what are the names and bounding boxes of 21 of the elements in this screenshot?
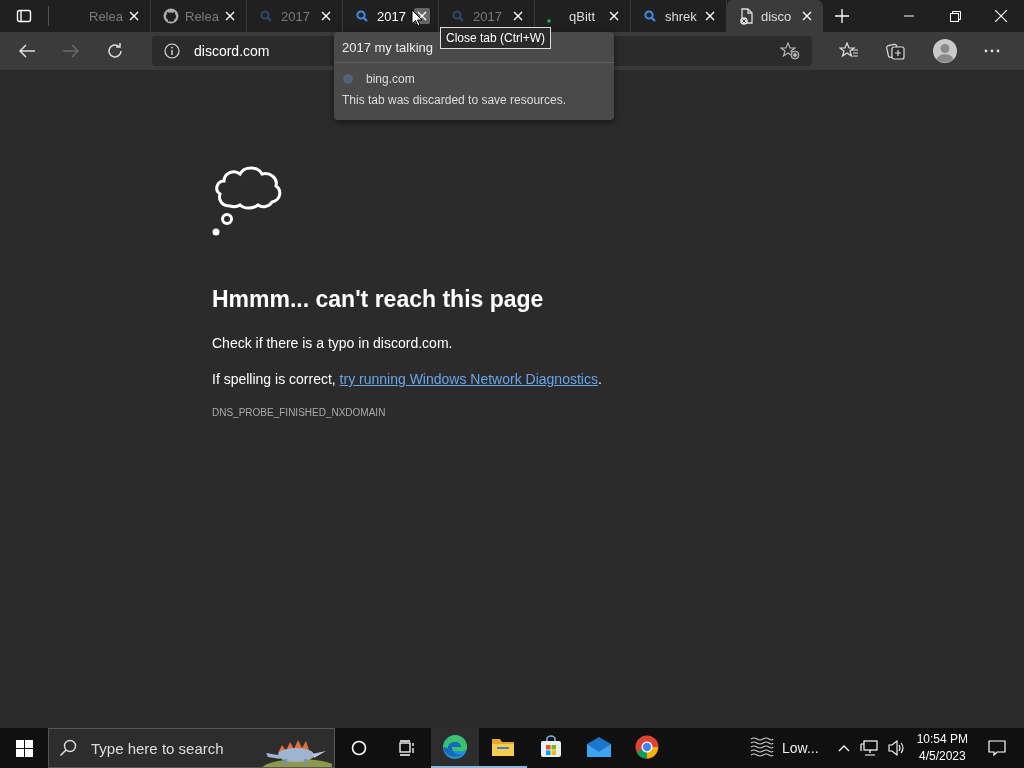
error-heading: Hmmm... can't reach this page: [212, 286, 545, 313]
time-text: 10:54 PM: [916, 731, 968, 748]
tab-title: 2017: [377, 8, 407, 24]
weather-text: Low...: [782, 740, 819, 756]
search-placeholder: Type here to search: [91, 739, 225, 757]
address-text: discord.com: [194, 43, 270, 59]
tooltip: Close tab (Ctrl+W): [440, 27, 552, 49]
tab-title: qBitt: [569, 8, 596, 24]
discard-note: This tab was discarded to save resources.: [341, 92, 568, 109]
error-code: DNS_PROBE_FINISHED_NXDOMAIN: [212, 407, 387, 418]
spelling-hint: If spelling is correct,: [212, 371, 336, 387]
tab-title: Relea: [185, 8, 220, 24]
date-text: 4/5/2023: [918, 748, 966, 765]
typo-hint: Check if there is a typo in discord.com.: [212, 335, 454, 351]
tab-title: disco: [761, 8, 793, 24]
tab-title: 2017: [473, 8, 503, 24]
site-text: bing.com: [366, 72, 415, 86]
tab-title: 2017: [281, 8, 311, 24]
period: .: [597, 371, 602, 387]
tab-title: Relea: [89, 8, 124, 24]
tab-title: shrek: [665, 8, 698, 24]
